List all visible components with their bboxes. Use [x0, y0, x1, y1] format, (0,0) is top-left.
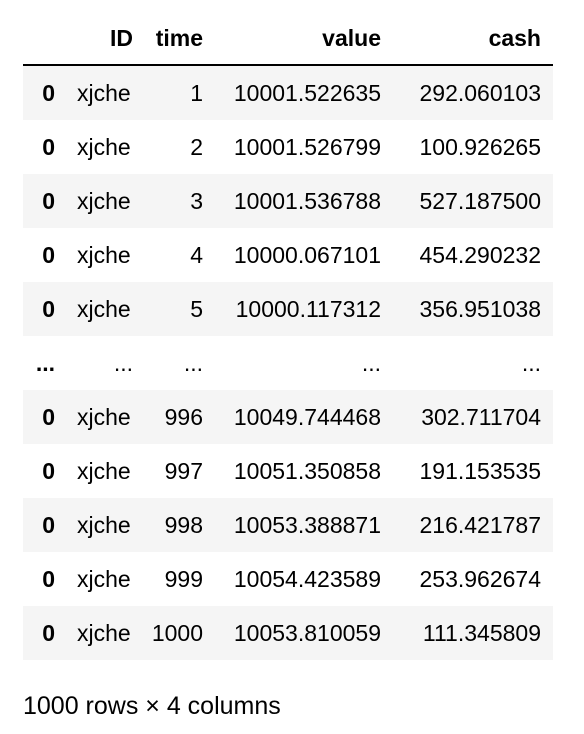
table-row: 0 xjche 4 10000.067101 454.290232: [23, 228, 553, 282]
shape-caption: 1000 rows × 4 columns: [23, 692, 281, 720]
header-index: [23, 12, 67, 66]
cell-time: 997: [164, 457, 203, 484]
header-value: value: [215, 12, 393, 66]
cell-id: xjche: [77, 619, 131, 646]
cell-id: xjche: [77, 511, 131, 538]
row-index: 0: [42, 133, 55, 160]
cell-time: 999: [164, 565, 203, 592]
header-id: ID: [67, 12, 145, 66]
table-row: 0 xjche 3 10001.536788 527.187500: [23, 174, 553, 228]
cell-time: 996: [164, 403, 203, 430]
header-row: ID time value cash: [23, 12, 553, 66]
table-row: 0 xjche 997 10051.350858 191.153535: [23, 444, 553, 498]
table-row: 0 xjche 2 10001.526799 100.926265: [23, 120, 553, 174]
cell-cash: 527.187500: [419, 187, 541, 214]
row-index: 0: [42, 295, 55, 322]
cell-id: xjche: [77, 403, 131, 430]
cell-value: 10000.117312: [235, 295, 381, 322]
cell-time: 1: [190, 79, 203, 106]
cell-id: xjche: [77, 295, 131, 322]
cell-value: 10001.526799: [233, 133, 381, 160]
row-index: 0: [42, 403, 55, 430]
row-index: 0: [42, 457, 55, 484]
ellipsis-row: ... ... ... ... ...: [23, 336, 553, 390]
cell-value: 10053.810059: [233, 619, 381, 646]
cell-time: 5: [190, 295, 203, 322]
cell-time: 1000: [151, 619, 203, 646]
cell-time: 4: [190, 241, 203, 268]
cell-cash: 302.711704: [421, 403, 541, 430]
row-index: 0: [42, 241, 55, 268]
table-row: 0 xjche 998 10053.388871 216.421787: [23, 498, 553, 552]
cell-value: 10051.350858: [233, 457, 381, 484]
dataframe-table: ID time value cash 0 xjche 1 10001.52263…: [23, 12, 553, 660]
cell-time: 998: [164, 511, 203, 538]
cell-cash: 100.926265: [419, 133, 541, 160]
cell-time: 3: [190, 187, 203, 214]
row-index: 0: [42, 79, 55, 106]
cell-cash: 292.060103: [419, 79, 541, 106]
cell-id: xjche: [77, 187, 131, 214]
table-row: 0 xjche 5 10000.117312 356.951038: [23, 282, 553, 336]
header-time: time: [145, 12, 215, 66]
cell-value: ...: [361, 349, 381, 376]
table-header: ID time value cash: [23, 12, 553, 66]
cell-id: xjche: [77, 79, 131, 106]
cell-cash: 111.345809: [422, 619, 541, 646]
row-index: 0: [42, 511, 55, 538]
cell-cash: 454.290232: [419, 241, 541, 268]
cell-value: 10053.388871: [233, 511, 381, 538]
cell-id: xjche: [77, 565, 131, 592]
row-index: ...: [35, 349, 55, 376]
cell-time: ...: [183, 349, 203, 376]
row-index: 0: [42, 619, 55, 646]
cell-id: xjche: [77, 241, 131, 268]
cell-id: xjche: [77, 457, 131, 484]
dataframe-container: ID time value cash 0 xjche 1 10001.52263…: [23, 12, 553, 660]
header-cash: cash: [393, 12, 553, 66]
cell-value: 10001.536788: [233, 187, 381, 214]
row-index: 0: [42, 565, 55, 592]
cell-value: 10001.522635: [233, 79, 381, 106]
cell-value: 10054.423589: [233, 565, 381, 592]
table-row: 0 xjche 999 10054.423589 253.962674: [23, 552, 553, 606]
cell-value: 10000.067101: [233, 241, 381, 268]
cell-value: 10049.744468: [233, 403, 381, 430]
cell-cash: 216.421787: [419, 511, 541, 538]
cell-id: xjche: [77, 133, 131, 160]
table-body: 0 xjche 1 10001.522635 292.060103 0 xjch…: [23, 65, 553, 660]
table-row: 0 xjche 996 10049.744468 302.711704: [23, 390, 553, 444]
row-index: 0: [42, 187, 55, 214]
table-row: 0 xjche 1000 10053.810059 111.345809: [23, 606, 553, 660]
table-row: 0 xjche 1 10001.522635 292.060103: [23, 65, 553, 120]
cell-cash: 191.153535: [419, 457, 541, 484]
cell-cash: 253.962674: [419, 565, 541, 592]
cell-id: ...: [113, 349, 133, 376]
cell-cash: 356.951038: [419, 295, 541, 322]
cell-cash: ...: [521, 349, 541, 376]
cell-time: 2: [190, 133, 203, 160]
